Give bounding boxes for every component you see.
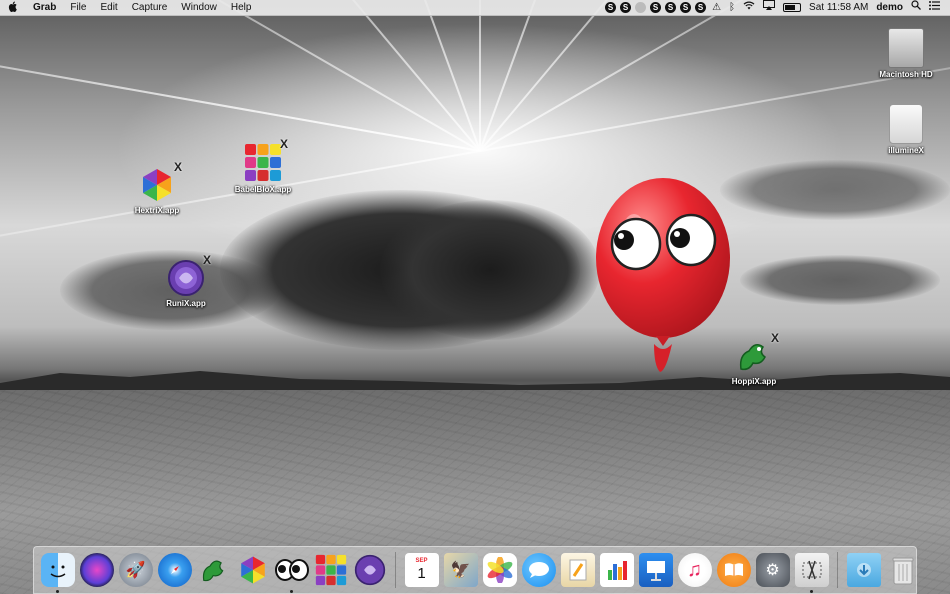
dock-separator [837, 552, 838, 588]
dock-system-preferences-icon[interactable]: ⚙ [755, 553, 790, 587]
calendar-day: 1 [417, 565, 426, 582]
dock-safari-icon[interactable] [157, 553, 192, 587]
desktop-icon-label: HextriX.app [134, 206, 180, 215]
status-s-icon[interactable]: S [665, 2, 677, 13]
x-badge: X [202, 253, 211, 267]
dock-messages-icon[interactable] [521, 553, 556, 587]
menu-clock[interactable]: Sat 11:58 AM [809, 0, 868, 15]
x-badge: X [770, 331, 779, 345]
menu-window[interactable]: Window [174, 0, 224, 15]
bluetooth-icon[interactable]: ᛒ [729, 0, 735, 15]
dock-ibooks-icon[interactable] [716, 553, 751, 587]
battery-icon[interactable] [783, 3, 802, 12]
dock-launchpad-icon[interactable]: 🚀 [118, 553, 153, 587]
menu-help[interactable]: Help [224, 0, 259, 15]
desktop-icon-illuminex[interactable]: illumineX [861, 104, 950, 155]
hextrix-icon: X [138, 160, 182, 204]
warning-icon[interactable]: ⚠ [712, 0, 721, 15]
status-oo-icon[interactable] [635, 2, 647, 13]
dock-photos-icon[interactable] [482, 553, 517, 587]
desktop-icon-label: BabelBloX.app [234, 185, 292, 194]
dock-itunes-icon[interactable]: ♫ [677, 553, 712, 587]
dock-hextrix-icon[interactable] [236, 553, 270, 587]
babelblox-icon: X [244, 137, 288, 183]
menu-file[interactable]: File [63, 0, 93, 15]
dock-trash-icon[interactable] [886, 553, 920, 587]
desktop-icon-label: Macintosh HD [879, 70, 933, 79]
dock-downloads-folder-icon[interactable] [846, 553, 881, 587]
dock-balloon-eyes-icon[interactable] [274, 553, 309, 593]
balloon-character[interactable] [594, 176, 732, 376]
dock-numbers-icon[interactable] [599, 553, 634, 587]
notification-center-icon[interactable] [929, 0, 940, 15]
menu-app-grab[interactable]: Grab [26, 0, 63, 15]
x-badge: X [279, 137, 288, 151]
dock: 🚀 SEP 1 🦅 ♫ ⚙ [33, 546, 917, 594]
desktop-icon-macintosh-hd[interactable]: Macintosh HD [861, 28, 950, 79]
dock-hoppix-icon[interactable] [197, 553, 231, 587]
hard-drive-icon [888, 28, 924, 68]
dock-calendar-icon[interactable]: SEP 1 [404, 553, 439, 587]
desktop-icon-babelblox[interactable]: X BabelBloX.app [218, 137, 308, 194]
x-badge: X [173, 160, 182, 174]
menu-bar: Grab File Edit Capture Window Help S S S… [0, 0, 950, 16]
airplay-icon[interactable] [763, 0, 776, 15]
dock-preview-icon[interactable]: 🦅 [443, 553, 478, 587]
status-s-icon[interactable]: S [695, 2, 707, 13]
wifi-icon[interactable] [743, 0, 755, 15]
desktop-icon-runix[interactable]: X RuniX.app [141, 253, 231, 308]
dock-siri-icon[interactable] [79, 553, 114, 587]
hoppix-icon: X [735, 331, 779, 375]
dock-separator [395, 552, 396, 588]
calendar-month: SEP [415, 558, 428, 564]
menu-user[interactable]: demo [876, 0, 903, 15]
spotlight-search-icon[interactable] [911, 0, 921, 15]
dock-pages-icon[interactable] [560, 553, 595, 587]
desktop-icon-label: RuniX.app [166, 299, 206, 308]
desktop-icon-label: HoppiX.app [731, 377, 777, 386]
dock-keynote-icon[interactable] [638, 553, 673, 587]
dock-grab-icon[interactable] [794, 553, 829, 593]
desktop-icon-hextrix[interactable]: X HextriX.app [112, 160, 202, 215]
external-drive-icon [889, 104, 923, 144]
dock-runix-icon[interactable] [353, 553, 387, 587]
runix-icon: X [167, 253, 211, 297]
status-s-icon[interactable]: S [650, 2, 662, 13]
dock-babelblox-icon[interactable] [314, 553, 348, 587]
status-s-icon[interactable]: S [680, 2, 692, 13]
menu-capture[interactable]: Capture [125, 0, 175, 15]
status-s-icon[interactable]: S [620, 2, 632, 13]
apple-icon[interactable] [0, 1, 26, 15]
menu-edit[interactable]: Edit [93, 0, 124, 15]
desktop-icon-label: illumineX [888, 146, 924, 155]
dock-finder-icon[interactable] [40, 553, 75, 593]
status-s-icon[interactable]: S [605, 2, 617, 13]
